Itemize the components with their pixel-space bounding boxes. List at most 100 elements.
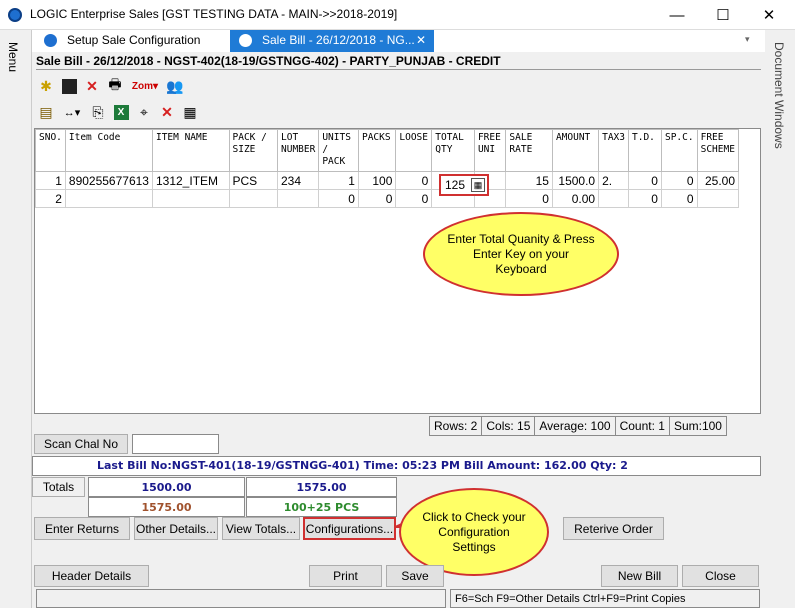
grid-icon[interactable]: ▦ xyxy=(180,102,200,122)
window-title: LOGIC Enterprise Sales [GST TESTING DATA… xyxy=(30,7,398,21)
new-bill-button[interactable]: New Bill xyxy=(601,565,678,587)
column-header[interactable]: LOOSE xyxy=(395,129,433,172)
minimize-button[interactable]: — xyxy=(654,0,700,30)
new-icon[interactable]: ✱ xyxy=(36,76,56,96)
status-sum: Sum:100 xyxy=(668,416,727,436)
grid-cell[interactable]: 0 xyxy=(660,189,698,208)
grid-cell[interactable]: 0 xyxy=(628,171,662,190)
divider xyxy=(36,69,761,70)
column-header[interactable]: TAX3 xyxy=(598,129,629,172)
grid-cell[interactable]: 234 xyxy=(276,171,320,190)
grid-cell[interactable]: 2. xyxy=(598,171,629,190)
menu-label[interactable]: Menu xyxy=(6,42,20,72)
column-header[interactable]: FREE SCHEME xyxy=(696,129,740,172)
total-quantity: 100+25 PCS xyxy=(246,497,397,517)
column-header[interactable]: SALE RATE xyxy=(505,129,553,172)
table-row[interactable]: 2 0 0 0 0 0.00 0 0 xyxy=(35,189,740,208)
column-header[interactable]: SNO. xyxy=(35,129,66,172)
grid-cell[interactable]: 0 xyxy=(628,189,662,208)
column-header[interactable]: T.D. xyxy=(628,129,662,172)
maximize-button[interactable]: ☐ xyxy=(700,0,746,30)
column-width-icon[interactable]: ↔▾ xyxy=(59,102,85,122)
column-header[interactable]: TOTAL QTY xyxy=(431,129,475,172)
zoom-icon[interactable]: Zom▾ xyxy=(128,76,162,96)
grid-cell[interactable]: 0 xyxy=(395,189,433,208)
excel-icon[interactable]: X xyxy=(111,102,131,122)
status-cols: Cols: 15 xyxy=(481,416,536,436)
grid-cell[interactable]: 1 xyxy=(318,171,359,190)
save-button[interactable]: Save xyxy=(386,565,444,587)
bill-header: Sale Bill - 26/12/2018 - NGST-402(18-19/… xyxy=(36,54,501,68)
menu-sidebar[interactable] xyxy=(0,30,32,608)
grid-status-bar: Rows: 2 Cols: 15 Average: 100 Count: 1 S… xyxy=(429,416,727,436)
logic-tab-icon xyxy=(44,34,57,47)
print-icon[interactable]: 🖶 xyxy=(105,76,125,96)
grid-cell[interactable] xyxy=(151,189,230,208)
grid-cell[interactable] xyxy=(276,189,320,208)
grid-cell[interactable]: 2 xyxy=(35,189,66,208)
column-header[interactable]: PACK / SIZE xyxy=(228,129,279,172)
print-button[interactable]: Print xyxy=(309,565,382,587)
grid-cell[interactable]: 1312_ITEM xyxy=(151,171,230,190)
total-with-tax: 1575.00 xyxy=(246,477,397,497)
table-row[interactable]: 1 890255677613 1312_ITEM PCS 234 1 100 0 15 1500.… xyxy=(35,171,740,190)
callout-total-quantity: Enter Total Quanity & Press Enter Key on… xyxy=(423,212,619,296)
grid-cell[interactable] xyxy=(696,189,740,208)
tab-sale-bill[interactable]: Sale Bill - 26/12/2018 - NG... ✕ xyxy=(230,30,434,52)
header-details-button[interactable]: Header Details xyxy=(34,565,149,587)
enter-returns-button[interactable]: Enter Returns xyxy=(34,517,130,540)
grid-cell[interactable]: 25.00 xyxy=(696,171,740,190)
grid-cell[interactable]: 1500.0 xyxy=(551,171,600,190)
column-header[interactable]: Item Code xyxy=(64,129,153,172)
column-header[interactable]: FREE UNI xyxy=(473,129,507,172)
scan-chal-button[interactable]: Scan Chal No xyxy=(34,434,128,454)
column-header[interactable]: PACKS xyxy=(357,129,397,172)
grid-cell[interactable]: 0 xyxy=(505,189,553,208)
document-windows-label[interactable]: Document Windows xyxy=(772,42,786,149)
total-amount: 1500.00 xyxy=(88,477,245,497)
grid-cell[interactable]: 100 xyxy=(357,171,397,190)
retrieve-order-button[interactable]: Reterive Order xyxy=(563,517,664,540)
tab-label: Setup Sale Configuration xyxy=(67,33,201,47)
column-header[interactable]: ITEM NAME xyxy=(151,129,230,172)
column-header[interactable]: SP.C. xyxy=(660,129,698,172)
items-grid[interactable]: SNO. Item Code ITEM NAME PACK / SIZE LOT NUM… xyxy=(34,128,761,414)
grid-cell[interactable]: 0 xyxy=(395,171,433,190)
find-binoculars-icon[interactable]: ⌖ xyxy=(134,102,154,122)
view-totals-button[interactable]: View Totals... xyxy=(222,517,300,540)
total-qty-editor[interactable]: 125 ▦ xyxy=(439,174,489,196)
grid-cell[interactable]: 15 xyxy=(505,171,553,190)
totals-label: Totals xyxy=(32,477,85,497)
other-details-button[interactable]: Other Details... xyxy=(134,517,218,540)
grid-cell[interactable]: 0.00 xyxy=(551,189,600,208)
calculator-icon[interactable]: ▤ xyxy=(36,102,56,122)
grid-cell[interactable]: 0 xyxy=(660,171,698,190)
save-icon[interactable] xyxy=(59,76,79,96)
close-tab-icon[interactable]: ✕ xyxy=(416,33,426,47)
grid-cell[interactable] xyxy=(228,189,279,208)
delete-icon[interactable]: ✕ xyxy=(82,76,102,96)
grid-cell[interactable] xyxy=(64,189,153,208)
column-header[interactable]: UNITS / PACK xyxy=(318,129,359,172)
calculator-icon[interactable]: ▦ xyxy=(471,178,485,192)
close-button[interactable]: Close xyxy=(682,565,759,587)
copy-icon[interactable]: ⎘ xyxy=(88,102,108,122)
close-window-button[interactable]: ✕ xyxy=(746,0,792,30)
total-qty-input[interactable]: 125 xyxy=(445,178,465,192)
remove-icon[interactable]: ✕ xyxy=(157,102,177,122)
configurations-button[interactable]: Configurations... xyxy=(303,517,396,540)
tab-setup-sale-configuration[interactable]: Setup Sale Configuration xyxy=(35,30,230,52)
column-header[interactable]: LOT NUMBER xyxy=(276,129,320,172)
column-header[interactable]: AMOUNT xyxy=(551,129,600,172)
items-table[interactable]: SNO. Item Code ITEM NAME PACK / SIZE LOT NUM… xyxy=(35,129,740,208)
grid-cell[interactable] xyxy=(598,189,629,208)
tab-label: Sale Bill - 26/12/2018 - NG... xyxy=(262,33,415,47)
tab-overflow-icon[interactable]: ▾ xyxy=(745,34,750,45)
grid-cell[interactable]: 890255677613 xyxy=(64,171,153,190)
users-icon[interactable]: 👥 xyxy=(165,76,185,96)
grid-cell[interactable]: 1 xyxy=(35,171,66,190)
grid-cell[interactable]: PCS xyxy=(228,171,279,190)
grid-cell[interactable]: 0 xyxy=(357,189,397,208)
scan-chal-input[interactable] xyxy=(132,434,219,454)
grid-cell[interactable]: 0 xyxy=(318,189,359,208)
